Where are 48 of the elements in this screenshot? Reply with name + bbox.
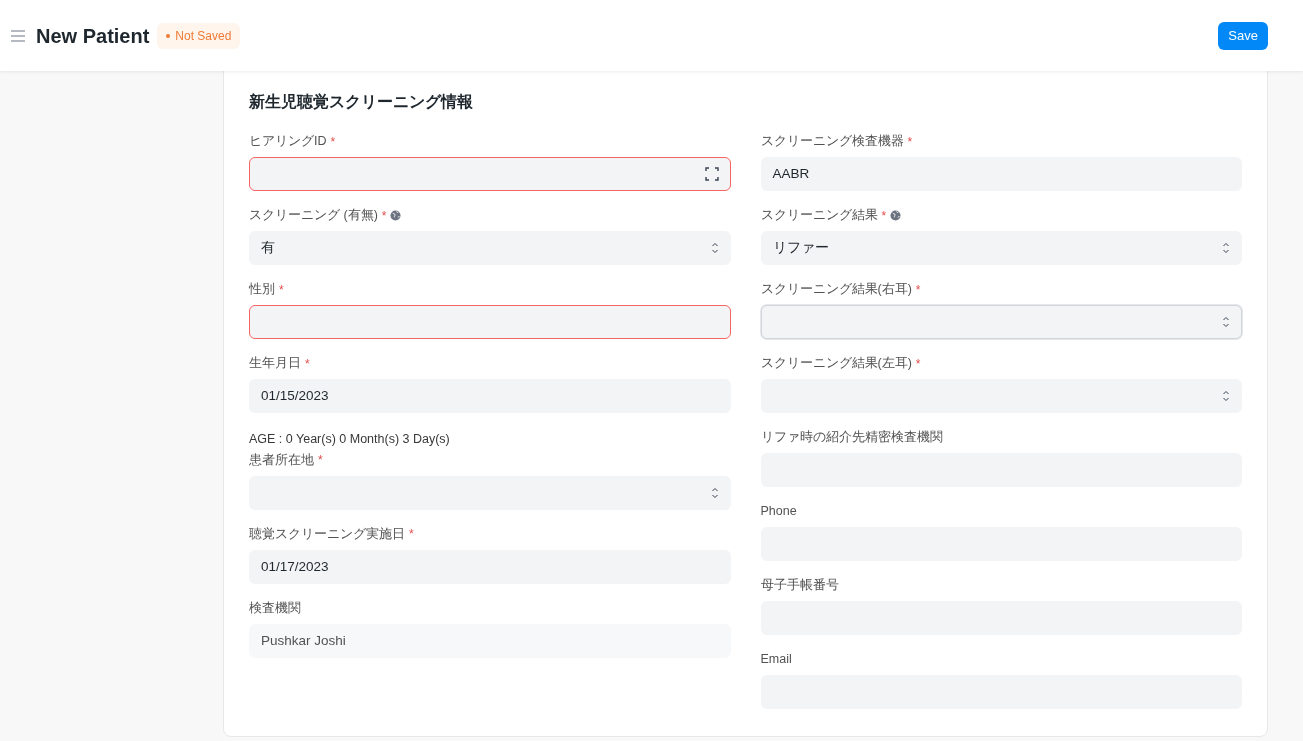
field-label: Email [760, 651, 792, 669]
field-label: スクリーニング結果(左耳) [760, 355, 912, 373]
select-field[interactable] [760, 379, 1242, 413]
required-asterisk: * [409, 526, 414, 544]
required-asterisk: * [381, 207, 387, 225]
section-title: 新生児聴覚スクリーニング情報 [249, 92, 474, 112]
select-field[interactable] [249, 475, 731, 510]
required-asterisk: * [330, 133, 336, 151]
chevron-updown-icon [710, 486, 719, 499]
required-asterisk: * [305, 355, 310, 373]
required-asterisk: * [915, 281, 921, 299]
save-button[interactable]: Save [1218, 21, 1268, 50]
field-label: 患者所在地 [249, 451, 314, 469]
chevron-updown-icon [1222, 390, 1230, 402]
input-field[interactable]: 01/17/2023 [249, 549, 731, 584]
required-asterisk: * [915, 355, 921, 373]
input-field[interactable] [249, 157, 731, 191]
required-asterisk: * [318, 452, 323, 470]
required-asterisk: * [907, 133, 913, 151]
field-label: スクリーニング (有無) [249, 207, 378, 225]
chevron-updown-icon [710, 242, 719, 254]
chevron-updown-icon [1222, 316, 1230, 328]
input-field[interactable]: AABR [760, 157, 1242, 191]
scan-icon [704, 167, 719, 181]
field-label: 性別 [249, 281, 275, 299]
age-text: AGE : 0 Year(s) 0 Month(s) 3 Day(s) [249, 431, 451, 448]
field-label: 母子手帳番号 [760, 577, 839, 595]
menu-icon[interactable] [10, 28, 26, 43]
select-field[interactable]: 有 [249, 231, 731, 265]
required-asterisk: * [279, 281, 284, 299]
field-label: リファ時の紹介先精密検査機関 [760, 429, 943, 447]
page-title: New Patient [36, 23, 150, 49]
select-field[interactable] [760, 305, 1242, 339]
field-label: Phone [760, 503, 797, 521]
field-label: 検査機関 [249, 599, 301, 617]
field-label: ヒアリングID [249, 133, 327, 151]
field-label: 聴覚スクリーニング実施日 [249, 525, 405, 543]
select-field[interactable]: リファー [760, 231, 1242, 265]
input-field: Pushkar Joshi [249, 623, 731, 658]
input-field[interactable]: 01/15/2023 [249, 379, 731, 413]
field-label: スクリーニング検査機器 [760, 133, 904, 151]
input-field[interactable] [249, 305, 731, 339]
field-label: 生年月日 [249, 355, 301, 373]
field-label: スクリーニング結果 [760, 207, 878, 225]
status-badge: Not Saved [157, 22, 241, 49]
field-label: スクリーニング結果(右耳) [760, 281, 912, 299]
required-asterisk: * [881, 207, 887, 225]
chevron-updown-icon [1222, 242, 1230, 254]
